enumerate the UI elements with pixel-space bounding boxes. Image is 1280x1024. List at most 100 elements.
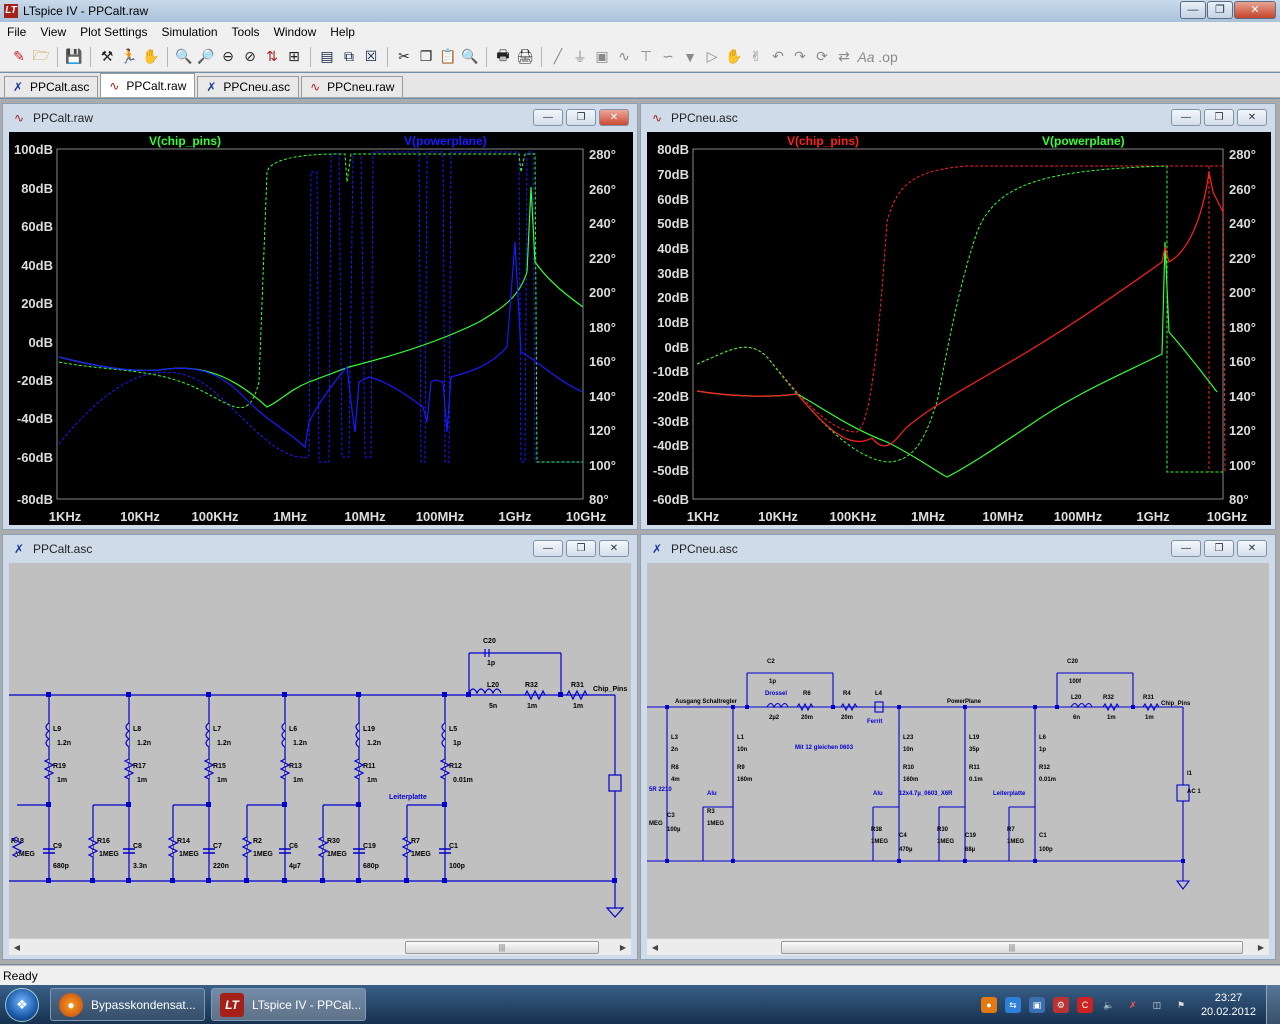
- close-windows-icon[interactable]: ☒: [360, 46, 382, 68]
- find-icon[interactable]: 🔍: [459, 46, 481, 68]
- print-icon[interactable]: 🖨: [514, 46, 536, 68]
- zoom-cancel-icon[interactable]: ⊘: [239, 46, 261, 68]
- diode-icon[interactable]: ▼: [679, 46, 701, 68]
- zoom-area-icon[interactable]: 🔎: [195, 46, 217, 68]
- cascade-icon[interactable]: ⧉: [338, 46, 360, 68]
- control-panel-icon[interactable]: ⚒: [96, 46, 118, 68]
- close-button[interactable]: ✕: [599, 109, 629, 126]
- trace-label-chip-pins[interactable]: V(chip_pins): [787, 134, 859, 148]
- component-value: 1MEG: [327, 851, 347, 858]
- speaker-icon[interactable]: 🔈: [1101, 997, 1117, 1013]
- minimize-button[interactable]: —: [1171, 109, 1201, 126]
- menu-view[interactable]: View: [33, 25, 73, 39]
- zoom-in-icon[interactable]: 🔍: [173, 46, 195, 68]
- menu-file[interactable]: File: [0, 25, 33, 39]
- network-warning-icon[interactable]: ✗: [1125, 997, 1141, 1013]
- maximize-button[interactable]: ❐: [1204, 540, 1234, 557]
- inductor-icon[interactable]: ∽: [657, 46, 679, 68]
- run-icon[interactable]: 🏃: [118, 46, 140, 68]
- scroll-right-icon[interactable]: ▶: [615, 943, 631, 952]
- text-icon[interactable]: Aa: [855, 46, 877, 68]
- net-label-leiterplatte: Leiterplatte: [993, 791, 1026, 797]
- tray-app-icon[interactable]: ●: [980, 996, 997, 1013]
- label-net-icon[interactable]: ▣: [591, 46, 613, 68]
- copy-icon[interactable]: ❐: [415, 46, 437, 68]
- tab-ppcneu-raw[interactable]: ∿ PPCneu.raw: [301, 76, 404, 97]
- show-desktop-button[interactable]: [1266, 985, 1280, 1024]
- minimize-button[interactable]: —: [1171, 540, 1201, 557]
- scroll-thumb[interactable]: |||: [781, 940, 1243, 954]
- close-button[interactable]: ✕: [1237, 540, 1267, 557]
- minimize-button[interactable]: —: [1180, 1, 1206, 19]
- menu-tools[interactable]: Tools: [225, 25, 267, 39]
- minimize-button[interactable]: —: [533, 540, 563, 557]
- maximize-button[interactable]: ❐: [1204, 109, 1234, 126]
- tray-tool-icon[interactable]: ⚙: [1052, 996, 1069, 1013]
- tab-ppcneu-asc[interactable]: ✗ PPCneu.asc: [197, 76, 300, 97]
- print-setup-icon[interactable]: 🖶: [492, 46, 514, 68]
- bode-plot[interactable]: V(chip_pins) V(powerplane) 100dB 80dB 60…: [9, 132, 633, 525]
- cut-icon[interactable]: ✂: [393, 46, 415, 68]
- redo-icon[interactable]: ↷: [789, 46, 811, 68]
- spice-directive-icon[interactable]: .op: [877, 46, 899, 68]
- open-icon[interactable]: 🗁: [30, 46, 52, 68]
- scroll-left-icon[interactable]: ◀: [647, 943, 663, 952]
- menu-window[interactable]: Window: [267, 25, 324, 39]
- schematic-canvas[interactable]: Ausgang Schaltregler Drossel C2 1p 2µ2 R…: [647, 563, 1269, 938]
- pan-hand-icon[interactable]: ✋: [140, 46, 162, 68]
- scroll-left-icon[interactable]: ◀: [9, 943, 25, 952]
- menu-plot-settings[interactable]: Plot Settings: [73, 25, 154, 39]
- component-icon[interactable]: ▷: [701, 46, 723, 68]
- tray-monitor-icon[interactable]: ▣: [1028, 996, 1045, 1013]
- horizontal-scrollbar[interactable]: ◀ ||| ▶: [647, 938, 1269, 955]
- maximize-button[interactable]: ❐: [566, 109, 596, 126]
- plot-pane[interactable]: V(chip_pins) V(powerplane) 80dB 70dB 60d…: [647, 132, 1271, 525]
- trace-label-chip-pins[interactable]: V(chip_pins): [149, 134, 221, 148]
- branch-group[interactable]: [17, 695, 446, 881]
- autorange-icon[interactable]: ⇅: [261, 46, 283, 68]
- ground-icon[interactable]: ⏚: [569, 46, 591, 68]
- tab-ppcalt-asc[interactable]: ✗ PPCalt.asc: [4, 76, 99, 97]
- save-icon[interactable]: 💾: [63, 46, 85, 68]
- trace-label-powerplane[interactable]: V(powerplane): [1042, 134, 1125, 148]
- new-schematic-icon[interactable]: ✎: [8, 46, 30, 68]
- menu-help[interactable]: Help: [323, 25, 362, 39]
- plot-pane[interactable]: V(chip_pins) V(powerplane) 100dB 80dB 60…: [9, 132, 633, 525]
- close-button[interactable]: ✕: [1237, 109, 1267, 126]
- schematic-drawing[interactable]: C20 1p L20 5n R32 1m R31 1m Chip_Pins Le…: [9, 563, 631, 938]
- network-icon[interactable]: ◫: [1149, 997, 1165, 1013]
- start-button[interactable]: ❖: [0, 985, 44, 1024]
- tab-ppcalt-raw[interactable]: ∿ PPCalt.raw: [100, 73, 196, 97]
- drag-icon[interactable]: ✌: [745, 46, 767, 68]
- flag-icon[interactable]: ⚑: [1173, 997, 1189, 1013]
- schematic-drawing[interactable]: Ausgang Schaltregler Drossel C2 1p 2µ2 R…: [647, 563, 1269, 938]
- horizontal-scrollbar[interactable]: ◀ ||| ▶: [9, 938, 631, 955]
- mirror-icon[interactable]: ⇄: [833, 46, 855, 68]
- zoom-fit-icon[interactable]: ⊞: [283, 46, 305, 68]
- resistor-icon[interactable]: ∿: [613, 46, 635, 68]
- trace-label-powerplane[interactable]: V(powerplane): [404, 134, 487, 148]
- taskbar-item-firefox[interactable]: ● Bypasskondensat...: [50, 988, 205, 1021]
- scroll-right-icon[interactable]: ▶: [1253, 943, 1269, 952]
- tray-sync-icon[interactable]: ⇆: [1004, 996, 1021, 1013]
- close-button[interactable]: ✕: [1234, 1, 1276, 19]
- tile-horizontal-icon[interactable]: ▤: [316, 46, 338, 68]
- schematic-canvas[interactable]: C20 1p L20 5n R32 1m R31 1m Chip_Pins Le…: [9, 563, 631, 938]
- zoom-out-icon[interactable]: ⊖: [217, 46, 239, 68]
- minimize-button[interactable]: —: [533, 109, 563, 126]
- tray-security-icon[interactable]: C: [1076, 996, 1093, 1013]
- clock[interactable]: 23:27 20.02.2012: [1201, 991, 1256, 1019]
- scroll-thumb[interactable]: |||: [405, 940, 599, 954]
- move-icon[interactable]: ✋: [723, 46, 745, 68]
- menu-simulation[interactable]: Simulation: [155, 25, 225, 39]
- draw-wire-icon[interactable]: ╱: [547, 46, 569, 68]
- restore-button[interactable]: ❐: [1207, 1, 1233, 19]
- maximize-button[interactable]: ❐: [566, 540, 596, 557]
- capacitor-icon[interactable]: ⊤: [635, 46, 657, 68]
- undo-icon[interactable]: ↶: [767, 46, 789, 68]
- rotate-icon[interactable]: ⟳: [811, 46, 833, 68]
- taskbar-item-ltspice[interactable]: LT LTspice IV - PPCal...: [211, 988, 366, 1021]
- bode-plot[interactable]: V(chip_pins) V(powerplane) 80dB 70dB 60d…: [647, 132, 1271, 525]
- paste-icon[interactable]: 📋: [437, 46, 459, 68]
- close-button[interactable]: ✕: [599, 540, 629, 557]
